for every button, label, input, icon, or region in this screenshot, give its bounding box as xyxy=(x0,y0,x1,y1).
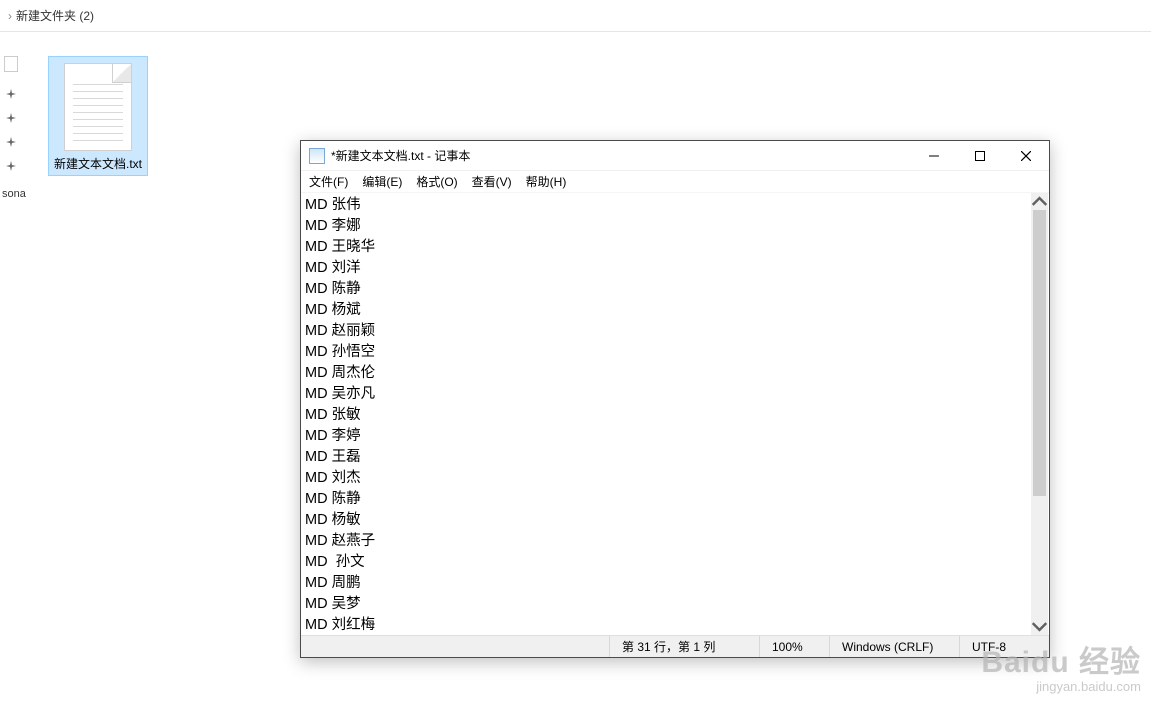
sidebar-blank-item[interactable] xyxy=(4,56,18,72)
scroll-up-icon[interactable] xyxy=(1031,193,1048,210)
file-item-selected[interactable]: 新建文本文档.txt xyxy=(48,56,148,176)
menu-file[interactable]: 文件(F) xyxy=(309,173,348,190)
notepad-statusbar: 第 31 行，第 1 列 100% Windows (CRLF) UTF-8 xyxy=(301,635,1049,657)
status-position: 第 31 行，第 1 列 xyxy=(609,636,759,657)
editor-line[interactable]: MD 杨敏 xyxy=(305,510,1045,531)
editor-line[interactable]: MD 刘杰 xyxy=(305,468,1045,489)
pin-icon[interactable] xyxy=(0,86,18,102)
close-button[interactable] xyxy=(1003,141,1049,171)
editor-line[interactable]: MD 孙文 xyxy=(305,552,1045,573)
pin-icon[interactable] xyxy=(0,134,18,150)
file-label: 新建文本文档.txt xyxy=(51,157,145,171)
notepad-editor[interactable]: MD 张伟MD 李娜MD 王晓华MD 刘洋MD 陈静MD 杨斌MD 赵丽颖MD … xyxy=(301,193,1049,635)
editor-line[interactable]: MD 陈静 xyxy=(305,489,1045,510)
editor-line[interactable]: MD 赵燕子 xyxy=(305,531,1045,552)
status-line-ending: Windows (CRLF) xyxy=(829,636,959,657)
notepad-menubar: 文件(F) 编辑(E) 格式(O) 查看(V) 帮助(H) xyxy=(301,171,1049,193)
pin-icon[interactable] xyxy=(0,158,18,174)
status-zoom: 100% xyxy=(759,636,829,657)
editor-line[interactable]: MD 张伟 xyxy=(305,195,1045,216)
notepad-icon xyxy=(309,148,325,164)
vertical-scrollbar[interactable] xyxy=(1031,193,1048,635)
editor-line[interactable]: MD 周杰伦 xyxy=(305,363,1045,384)
editor-line[interactable]: MD 刘洋 xyxy=(305,258,1045,279)
breadcrumb-folder[interactable]: 新建文件夹 (2) xyxy=(16,7,94,24)
editor-line[interactable]: MD 张敏 xyxy=(305,405,1045,426)
editor-line[interactable]: MD 王磊 xyxy=(305,447,1045,468)
menu-help[interactable]: 帮助(H) xyxy=(526,173,567,190)
explorer-content: sona 新建文本文档.txt *新建文本文档.txt - 记事本 文件(F) … xyxy=(0,32,1151,704)
text-file-icon xyxy=(64,63,132,151)
menu-format[interactable]: 格式(O) xyxy=(416,173,457,190)
notepad-title: *新建文本文档.txt - 记事本 xyxy=(331,147,470,164)
editor-line[interactable]: MD 吴亦凡 xyxy=(305,384,1045,405)
editor-line[interactable]: MD 李娜 xyxy=(305,216,1045,237)
editor-line[interactable]: MD 周鹏 xyxy=(305,573,1045,594)
notepad-window: *新建文本文档.txt - 记事本 文件(F) 编辑(E) 格式(O) 查看(V… xyxy=(300,140,1050,658)
editor-line[interactable]: MD 孙悟空 xyxy=(305,342,1045,363)
sidebar-item-label[interactable]: sona xyxy=(0,188,36,200)
editor-line[interactable]: MD 赵丽颖 xyxy=(305,321,1045,342)
watermark-url: jingyan.baidu.com xyxy=(981,679,1141,694)
editor-line[interactable]: MD 王晓华 xyxy=(305,237,1045,258)
editor-line[interactable]: MD 吴梦 xyxy=(305,594,1045,615)
scrollbar-thumb[interactable] xyxy=(1033,210,1046,496)
editor-line[interactable]: MD 陈静 xyxy=(305,279,1045,300)
menu-edit[interactable]: 编辑(E) xyxy=(362,173,402,190)
notepad-titlebar[interactable]: *新建文本文档.txt - 记事本 xyxy=(301,141,1049,171)
status-encoding: UTF-8 xyxy=(959,636,1049,657)
scroll-down-icon[interactable] xyxy=(1031,618,1048,635)
editor-line[interactable]: MD 杨斌 xyxy=(305,300,1045,321)
maximize-button[interactable] xyxy=(957,141,1003,171)
minimize-button[interactable] xyxy=(911,141,957,171)
pin-icon[interactable] xyxy=(0,110,18,126)
breadcrumb-chevron-icon: › xyxy=(8,9,12,23)
explorer-sidebar: sona xyxy=(0,56,36,200)
scrollbar-track[interactable] xyxy=(1031,210,1048,618)
editor-line[interactable]: MD 李婷 xyxy=(305,426,1045,447)
explorer-breadcrumb-bar[interactable]: › 新建文件夹 (2) xyxy=(0,0,1151,32)
menu-view[interactable]: 查看(V) xyxy=(472,173,512,190)
editor-line[interactable]: MD 刘红梅 xyxy=(305,615,1045,635)
